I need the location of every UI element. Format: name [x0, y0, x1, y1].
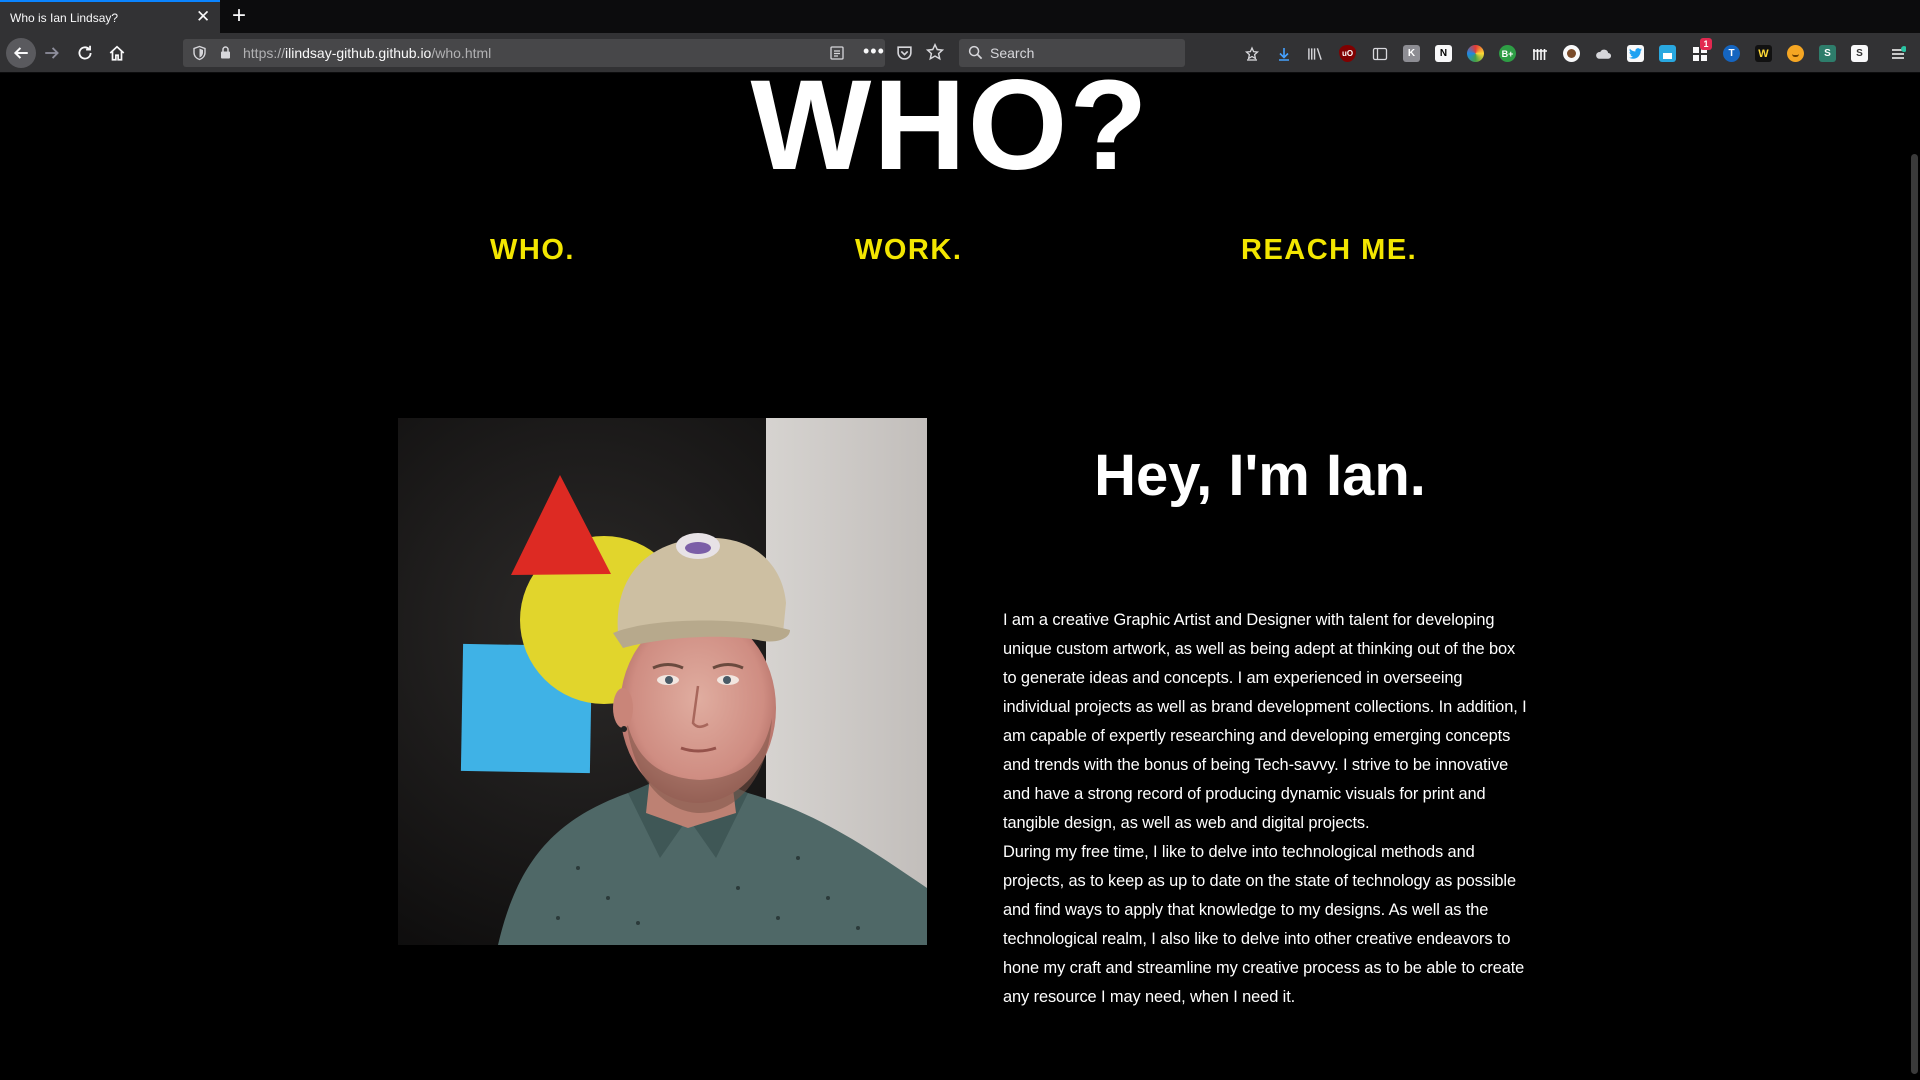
- reload-icon: [78, 45, 92, 60]
- k-extension-icon[interactable]: K: [1403, 45, 1420, 62]
- twitter-extension-icon[interactable]: [1627, 45, 1644, 62]
- save-to-pocket-list-icon[interactable]: [1243, 45, 1260, 62]
- tab-title: Who is Ian Lindsay?: [10, 11, 119, 25]
- forward-button[interactable]: [38, 39, 66, 67]
- save-extension-icon[interactable]: [1659, 45, 1676, 62]
- t-extension-icon[interactable]: T: [1723, 45, 1740, 62]
- home-icon: [109, 45, 125, 61]
- bars-extension-icon[interactable]: [1531, 45, 1548, 62]
- circle-extension-icon[interactable]: [1563, 45, 1580, 62]
- close-tab-icon[interactable]: ✕: [196, 8, 210, 26]
- back-button[interactable]: [6, 38, 36, 68]
- search-input[interactable]: [988, 43, 1168, 63]
- color-extension-icon[interactable]: [1467, 45, 1484, 62]
- cloud-extension-icon[interactable]: [1595, 45, 1612, 62]
- search-icon: [968, 45, 983, 60]
- library-icon[interactable]: [1307, 45, 1324, 62]
- url-text[interactable]: https://ilindsay-github.github.io/who.ht…: [243, 45, 491, 61]
- nav-link-work[interactable]: WORK.: [855, 234, 962, 267]
- page-title: WHO?: [750, 74, 1150, 197]
- tab-strip: Who is Ian Lindsay? ✕ +: [0, 0, 1920, 33]
- nav-link-reach-me[interactable]: REACH ME.: [1241, 234, 1417, 267]
- lock-icon[interactable]: [219, 45, 232, 60]
- sidebar-icon[interactable]: [1371, 45, 1388, 62]
- forward-arrow-icon: [45, 47, 59, 59]
- bookmark-star-icon[interactable]: [926, 43, 944, 61]
- bio-paragraph: During my free time, I like to delve int…: [1003, 843, 1525, 1006]
- pocket-icon[interactable]: [896, 44, 913, 61]
- navigation-toolbar: https://ilindsay-github.github.io/who.ht…: [0, 33, 1920, 73]
- tracking-shield-icon[interactable]: [192, 45, 207, 61]
- reader-view-icon[interactable]: [829, 45, 845, 61]
- address-bar[interactable]: https://ilindsay-github.github.io/who.ht…: [183, 39, 944, 67]
- new-tab-button[interactable]: +: [232, 2, 246, 30]
- menu-icon[interactable]: [1889, 45, 1906, 62]
- notification-badge: 1: [1700, 38, 1712, 50]
- portrait-photo: [398, 418, 927, 945]
- back-arrow-icon: [13, 47, 28, 59]
- b-extension-icon[interactable]: B+: [1499, 45, 1516, 62]
- nav-link-who[interactable]: WHO.: [490, 234, 575, 267]
- url-domain: ilindsay-github.github.io: [285, 45, 432, 61]
- scrollbar-thumb[interactable]: [1911, 154, 1918, 1074]
- search-bar[interactable]: [959, 39, 1185, 67]
- reload-button[interactable]: [71, 39, 99, 67]
- face-extension-icon[interactable]: [1787, 45, 1804, 62]
- download-arrow-icon[interactable]: [1275, 45, 1292, 62]
- ublock-icon[interactable]: uO: [1339, 45, 1356, 62]
- page-scrollbar[interactable]: [1908, 74, 1920, 1080]
- url-scheme: https://: [243, 45, 286, 61]
- w2-extension-icon[interactable]: W: [1755, 45, 1772, 62]
- s-extension-icon[interactable]: S: [1819, 45, 1836, 62]
- w-extension-icon[interactable]: N: [1435, 45, 1452, 62]
- page-viewport: WHO? WHO. WORK. REACH ME. Hey, I'm Ian. …: [0, 74, 1920, 1080]
- bio-text: I am a creative Graphic Artist and Desig…: [1003, 606, 1528, 1012]
- url-path: /who.html: [431, 45, 492, 61]
- s2-extension-icon[interactable]: S: [1851, 45, 1868, 62]
- home-button[interactable]: [103, 39, 131, 67]
- active-tab[interactable]: Who is Ian Lindsay? ✕: [0, 0, 220, 33]
- grid-extension-icon[interactable]: 1: [1691, 38, 1712, 62]
- bio-paragraph: I am a creative Graphic Artist and Desig…: [1003, 611, 1527, 832]
- intro-heading: Hey, I'm Ian.: [1094, 443, 1426, 508]
- page-actions-icon[interactable]: •••: [863, 41, 885, 62]
